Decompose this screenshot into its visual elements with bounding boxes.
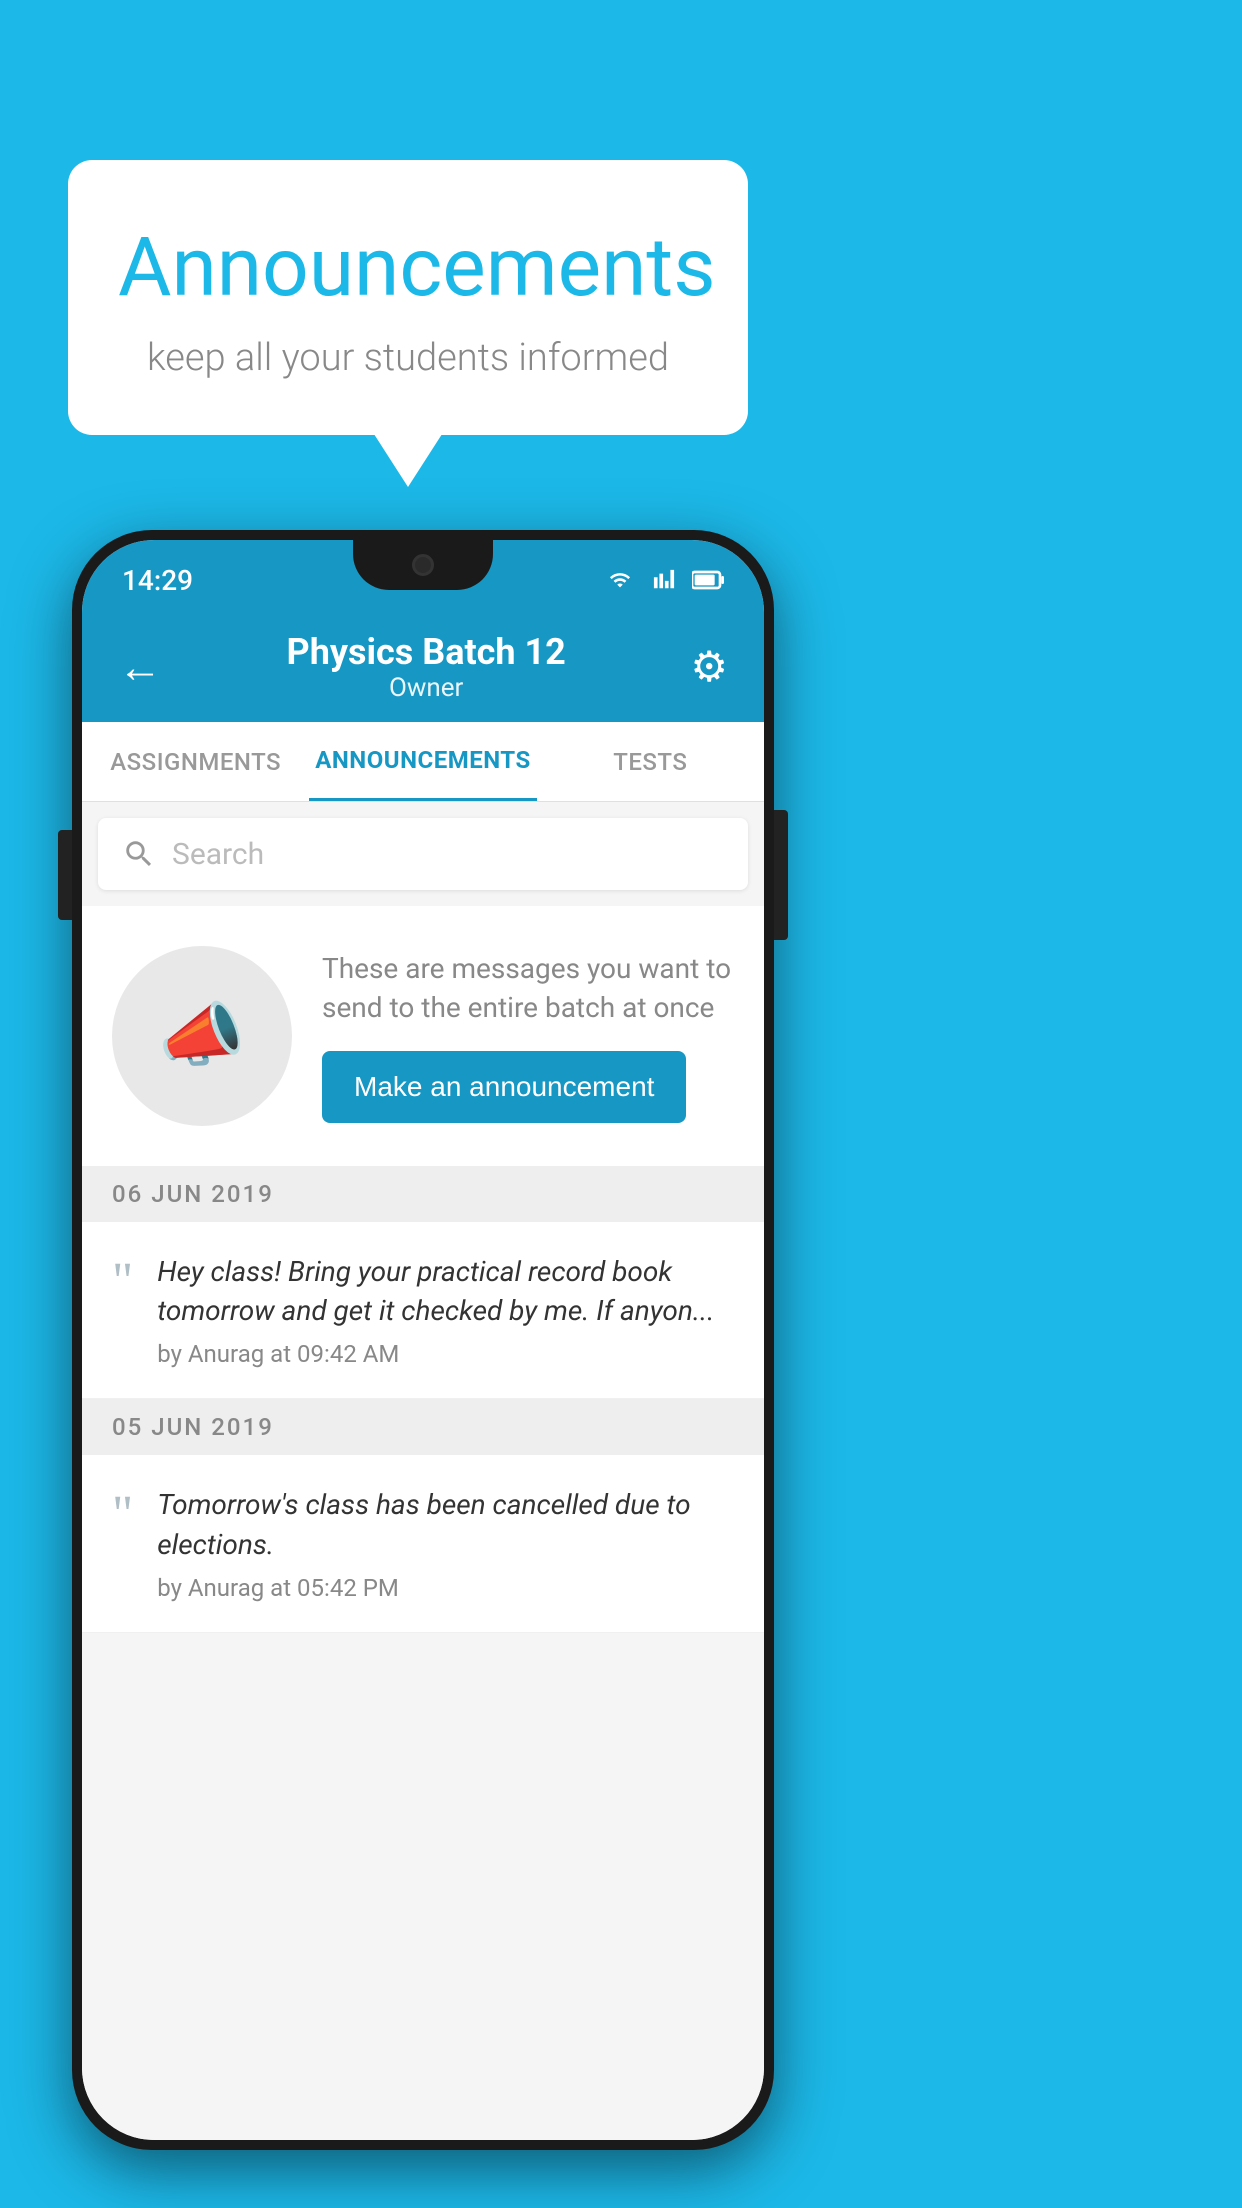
phone-notch — [353, 540, 493, 590]
date-separator-1: 06 JUN 2019 — [82, 1166, 764, 1222]
speech-bubble-container: Announcements keep all your students inf… — [68, 160, 748, 435]
phone-wrapper: 14:29 ← Physics Batch 12 Owner ⚙ — [72, 530, 774, 2150]
tab-tests[interactable]: TESTS — [537, 722, 764, 801]
promo-content: These are messages you want to send to t… — [322, 949, 734, 1123]
settings-button[interactable]: ⚙ — [690, 642, 728, 692]
signal-icon — [648, 569, 680, 591]
battery-icon — [692, 569, 724, 591]
announcement-text-1: Hey class! Bring your practical record b… — [157, 1252, 734, 1368]
wifi-icon — [604, 569, 636, 591]
phone-outer: 14:29 ← Physics Batch 12 Owner ⚙ — [72, 530, 774, 2150]
promo-description: These are messages you want to send to t… — [322, 949, 734, 1027]
search-icon — [122, 837, 156, 871]
header-title: Physics Batch 12 — [287, 631, 566, 673]
app-header: ← Physics Batch 12 Owner ⚙ — [82, 612, 764, 722]
make-announcement-button[interactable]: Make an announcement — [322, 1051, 686, 1123]
announcement-text-2: Tomorrow's class has been cancelled due … — [157, 1485, 734, 1601]
tab-announcements[interactable]: ANNOUNCEMENTS — [309, 722, 536, 801]
announcement-message-2: Tomorrow's class has been cancelled due … — [157, 1485, 734, 1563]
status-icons — [604, 569, 724, 591]
announcement-author-2: by Anurag at 05:42 PM — [157, 1574, 734, 1602]
speech-bubble-title: Announcements — [118, 220, 698, 316]
megaphone-icon: 📣 — [158, 995, 245, 1077]
announcement-item-2[interactable]: " Tomorrow's class has been cancelled du… — [82, 1455, 764, 1632]
speech-bubble: Announcements keep all your students inf… — [68, 160, 748, 435]
back-button[interactable]: ← — [118, 641, 162, 693]
search-placeholder: Search — [172, 837, 264, 872]
speech-bubble-subtitle: keep all your students informed — [118, 336, 698, 380]
front-camera — [412, 554, 434, 576]
date-separator-2: 05 JUN 2019 — [82, 1399, 764, 1455]
promo-icon-circle: 📣 — [112, 946, 292, 1126]
tabs-container: ASSIGNMENTS ANNOUNCEMENTS TESTS — [82, 722, 764, 802]
announcement-message-1: Hey class! Bring your practical record b… — [157, 1252, 734, 1330]
announcement-item-1[interactable]: " Hey class! Bring your practical record… — [82, 1222, 764, 1399]
content-area: Search 📣 These are messages you want to … — [82, 802, 764, 2140]
quote-icon-1: " — [112, 1256, 133, 1308]
tab-assignments[interactable]: ASSIGNMENTS — [82, 722, 309, 801]
quote-icon-2: " — [112, 1489, 133, 1541]
header-subtitle: Owner — [287, 673, 566, 703]
phone-screen: 14:29 ← Physics Batch 12 Owner ⚙ — [82, 540, 764, 2140]
header-title-wrapper: Physics Batch 12 Owner — [287, 631, 566, 703]
announcement-author-1: by Anurag at 09:42 AM — [157, 1340, 734, 1368]
status-time: 14:29 — [122, 564, 193, 597]
promo-section: 📣 These are messages you want to send to… — [82, 906, 764, 1166]
search-bar[interactable]: Search — [98, 818, 748, 890]
